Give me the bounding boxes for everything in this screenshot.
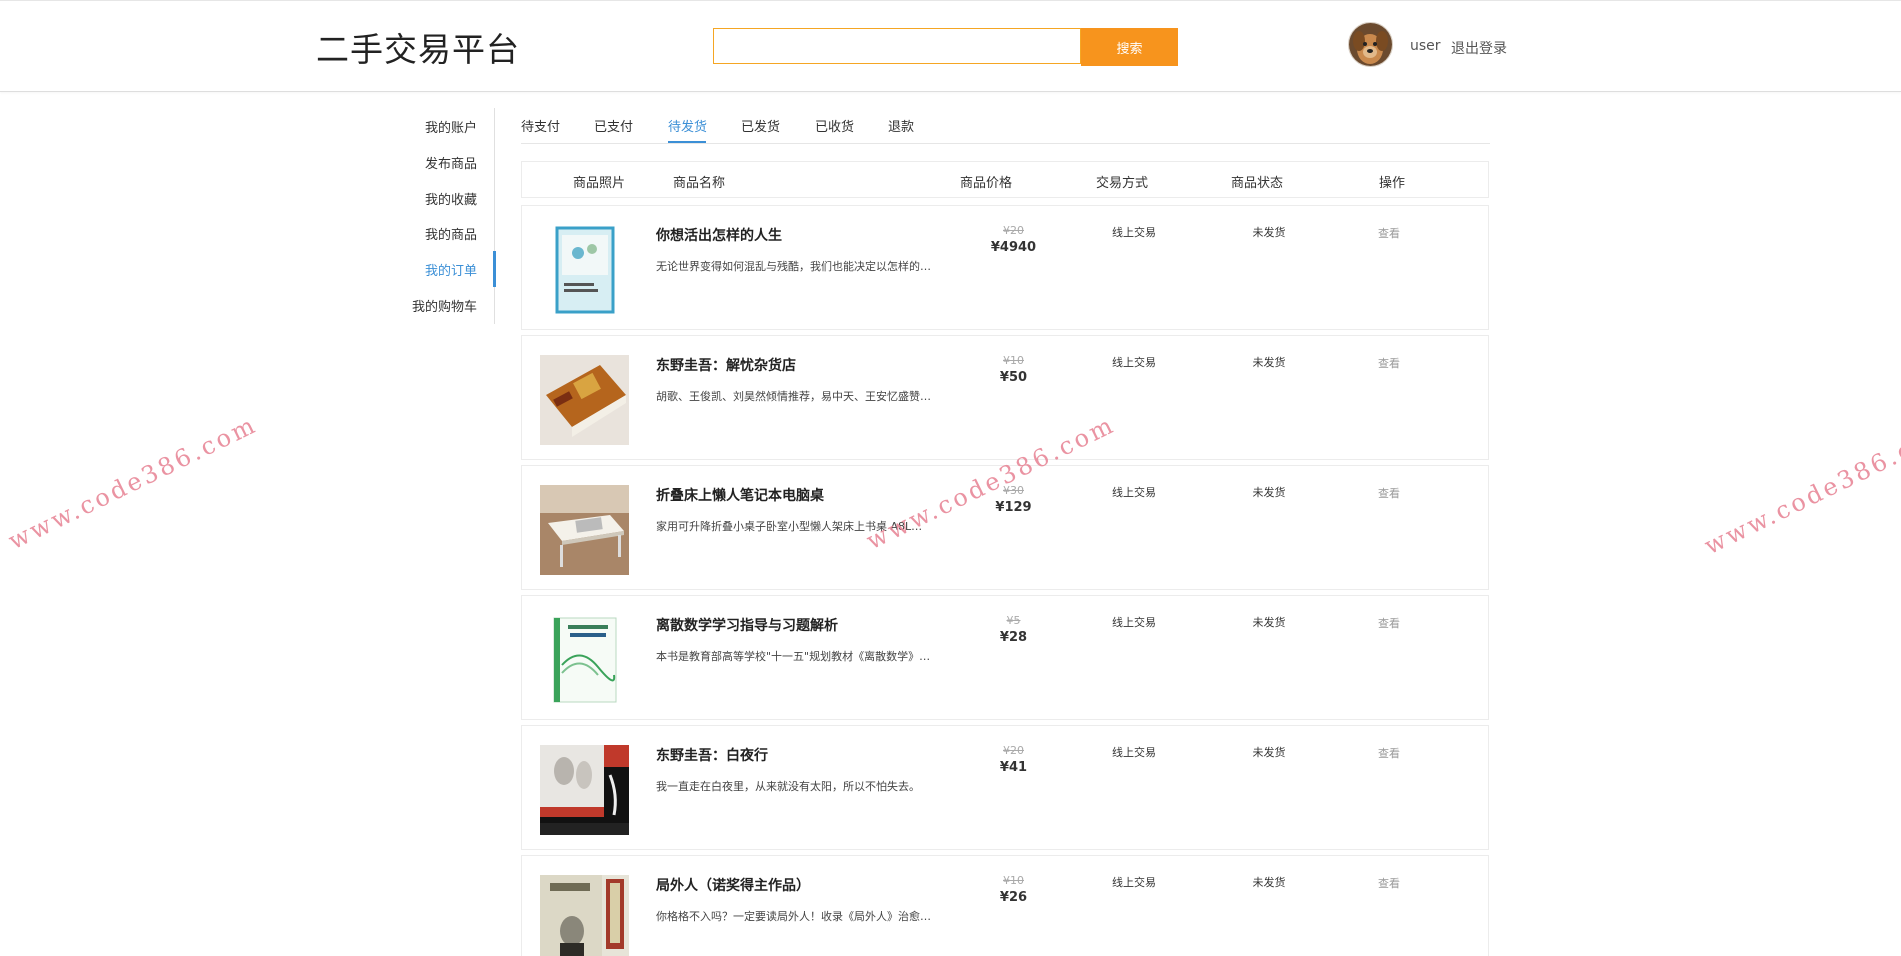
product-name[interactable]: 局外人（诺奖得主作品） [656,875,810,895]
active-tab-underline [668,141,706,143]
sidebar-active-indicator [493,251,496,287]
product-status: 未发货 [1252,876,1286,889]
column-header-name: 商品名称 [673,176,726,191]
tab-pending-shipment[interactable]: 待发货 [668,116,707,135]
original-price: ¥5 [1006,614,1021,627]
sidebar-item-cart[interactable]: 我的购物车 [412,296,477,315]
table-row: 局外人（诺奖得主作品） 你格格不入吗？一定要读局外人！收录《局外人》治愈… ¥1… [521,855,1489,956]
table-row: 离散数学学习指导与习题解析 本书是教育部高等学校"十一五"规划教材《离散数学》…… [521,595,1489,720]
product-description: 我一直走在白夜里，从来就没有太阳，所以不怕失去。 [656,780,920,793]
product-status: 未发货 [1252,486,1286,499]
product-price: ¥50 [999,370,1028,385]
avatar[interactable] [1348,22,1393,67]
tab-refund[interactable]: 退款 [888,116,914,135]
table-row: 你想活出怎样的人生 无论世界变得如何混乱与残酷，我们也能决定以怎样的… ¥20 … [521,205,1489,330]
sidebar-item-my-goods[interactable]: 我的商品 [425,224,477,243]
product-name[interactable]: 折叠床上懒人笔记本电脑桌 [656,485,824,505]
search-input[interactable] [713,28,1081,64]
book-cover-icon [540,875,629,956]
sidebar-item-publish[interactable]: 发布商品 [425,153,477,172]
product-status: 未发货 [1252,616,1286,629]
column-header-photo: 商品照片 [573,176,626,191]
book-photo-icon [540,355,629,445]
product-status: 未发货 [1252,356,1286,369]
table-row: 东野圭吾：解忧杂货店 胡歌、王俊凯、刘昊然倾情推荐，易中天、王安忆盛赞… ¥10… [521,335,1489,460]
product-price: ¥129 [995,500,1032,515]
product-thumbnail[interactable] [540,615,629,705]
view-button[interactable]: 查看 [1364,615,1414,631]
column-header-status: 商品状态 [1231,176,1284,191]
view-button[interactable]: 查看 [1364,225,1414,241]
view-button[interactable]: 查看 [1364,355,1414,371]
tab-paid[interactable]: 已支付 [594,116,633,135]
product-price: ¥28 [999,630,1028,645]
view-button[interactable]: 查看 [1364,745,1414,761]
product-name[interactable]: 东野圭吾：解忧杂货店 [656,355,796,375]
column-header-price: 商品价格 [960,176,1013,191]
product-description: 你格格不入吗？一定要读局外人！收录《局外人》治愈… [656,910,931,923]
username: user [1410,38,1441,54]
product-description: 无论世界变得如何混乱与残酷，我们也能决定以怎样的… [656,260,931,273]
trade-method: 线上交易 [1112,746,1156,759]
trade-method: 线上交易 [1112,876,1156,889]
original-price: ¥20 [1003,744,1024,757]
view-button[interactable]: 查看 [1364,875,1414,891]
watermark-left: www.code386.com [4,410,262,556]
product-description: 胡歌、王俊凯、刘昊然倾情推荐，易中天、王安忆盛赞… [656,390,931,403]
original-price: ¥10 [1003,354,1024,367]
view-button[interactable]: 查看 [1364,485,1414,501]
product-thumbnail[interactable] [540,225,629,315]
site-logo[interactable]: 二手交易平台 [316,23,520,71]
tab-received[interactable]: 已收货 [815,116,854,135]
product-name[interactable]: 东野圭吾：白夜行 [656,745,768,765]
product-status: 未发货 [1252,226,1286,239]
product-price: ¥4940 [990,240,1037,255]
book-cover-icon [540,225,629,315]
product-thumbnail[interactable] [540,875,629,956]
tab-shipped[interactable]: 已发货 [741,116,780,135]
table-header: 商品照片 商品名称 商品价格 交易方式 商品状态 操作 [521,161,1489,198]
table-row: 东野圭吾：白夜行 我一直走在白夜里，从来就没有太阳，所以不怕失去。 ¥20 ¥4… [521,725,1489,850]
account-sidebar: 我的账户 发布商品 我的收藏 我的商品 我的订单 我的购物车 [380,108,496,324]
sidebar-item-orders[interactable]: 我的订单 [425,260,477,279]
sidebar-item-favorites[interactable]: 我的收藏 [425,189,477,208]
trade-method: 线上交易 [1112,616,1156,629]
product-thumbnail[interactable] [540,745,629,835]
dog-avatar-icon [1349,23,1392,66]
product-price: ¥26 [999,890,1028,905]
watermark-right: www.code386.com [1700,415,1901,561]
original-price: ¥20 [1003,224,1024,237]
product-description: 本书是教育部高等学校"十一五"规划教材《离散数学》… [656,650,931,663]
book-cover-icon [540,615,629,705]
product-name[interactable]: 离散数学学习指导与习题解析 [656,615,838,635]
product-status: 未发货 [1252,746,1286,759]
logout-link[interactable]: 退出登录 [1451,38,1507,58]
product-thumbnail[interactable] [540,485,629,575]
column-header-action: 操作 [1379,176,1406,191]
top-header: 二手交易平台 搜索 user 退出登录 [0,0,1901,92]
original-price: ¥10 [1003,874,1024,887]
book-cover-icon [540,745,629,835]
product-thumbnail[interactable] [540,355,629,445]
product-name[interactable]: 你想活出怎样的人生 [656,225,782,245]
column-header-trade: 交易方式 [1096,176,1149,191]
laptop-desk-icon [540,485,629,575]
sidebar-item-account[interactable]: 我的账户 [425,117,477,136]
order-status-tabs: 待支付 已支付 待发货 已发货 已收货 退款 [521,108,1490,144]
trade-method: 线上交易 [1112,356,1156,369]
trade-method: 线上交易 [1112,226,1156,239]
search-button[interactable]: 搜索 [1081,28,1178,66]
tab-pending-payment[interactable]: 待支付 [521,116,560,135]
product-price: ¥41 [999,760,1028,775]
trade-method: 线上交易 [1112,486,1156,499]
